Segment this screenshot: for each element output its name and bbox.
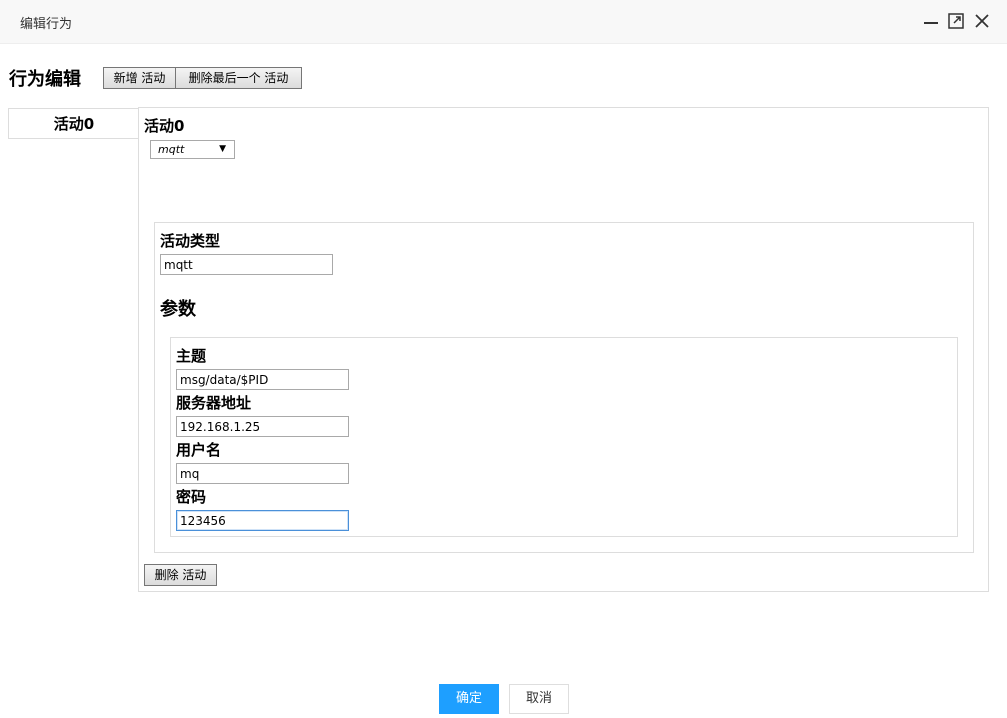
activity-select-value: mqtt (158, 143, 185, 156)
cancel-button[interactable]: 取消 (509, 684, 569, 714)
delete-activity-button[interactable]: 删除 活动 (144, 564, 217, 586)
activity-type-label: 活动类型 (160, 232, 221, 250)
dialog-title: 编辑行为 (20, 17, 73, 32)
confirm-button[interactable]: 确定 (439, 684, 499, 714)
minimize-icon[interactable] (922, 12, 940, 30)
activity-type-select[interactable]: mqtt ▼ (150, 140, 235, 159)
params-box: 主题 服务器地址 用户名 密码 (170, 337, 958, 537)
activity-title: 活动0 (144, 117, 185, 135)
dialog-titlebar: 编辑行为 (0, 0, 1007, 44)
dropdown-arrow-icon: ▼ (219, 144, 226, 154)
tab-activity-0[interactable]: 活动0 (8, 108, 139, 139)
username-input[interactable] (176, 463, 349, 484)
username-label: 用户名 (176, 441, 222, 459)
password-input[interactable] (176, 510, 349, 531)
topic-label: 主题 (176, 347, 207, 365)
activity-panel: 活动0 mqtt ▼ 活动类型 参数 主题 服务器地址 用户名 密码 删除 活动 (138, 107, 989, 592)
page-title: 行为编辑 (9, 69, 81, 90)
password-label: 密码 (176, 488, 207, 506)
activity-config-box: 活动类型 参数 主题 服务器地址 用户名 密码 (154, 222, 974, 553)
topic-input[interactable] (176, 369, 349, 390)
activity-type-input[interactable] (160, 254, 333, 275)
delete-last-activity-button[interactable]: 删除最后一个 活动 (175, 67, 302, 89)
params-title: 参数 (160, 299, 196, 320)
server-address-input[interactable] (176, 416, 349, 437)
server-address-label: 服务器地址 (176, 394, 252, 412)
add-activity-button[interactable]: 新增 活动 (103, 67, 176, 89)
close-icon[interactable] (973, 12, 991, 30)
maximize-icon[interactable] (947, 12, 965, 30)
